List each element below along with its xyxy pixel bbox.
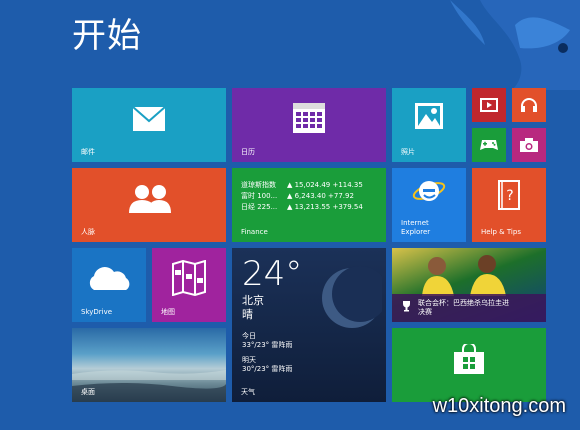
tile-mail[interactable]: 邮件 — [72, 88, 226, 162]
tile-maps[interactable]: 地图 — [152, 248, 226, 322]
tile-help-label: Help & Tips — [481, 228, 521, 236]
tile-help-tips[interactable]: ? Help & Tips — [472, 168, 546, 242]
tile-calendar[interactable]: 日历 — [232, 88, 386, 162]
tile-photos-label: 照片 — [401, 148, 415, 156]
tile-people-label: 人脉 — [81, 228, 95, 236]
weather-tomorrow-label: 明天 — [242, 356, 256, 364]
finance-row: 日经 225... ▲ 13,213.55 +379.54 — [241, 202, 363, 213]
watermark-text: w10xitong.com — [432, 395, 566, 417]
tile-news[interactable]: 联合会杯：巴西绝杀乌拉圭进 决赛 — [392, 248, 546, 322]
news-caption-line2: 决赛 — [418, 308, 432, 316]
finance-index-name: 日经 225... — [241, 203, 278, 211]
moon-image — [322, 266, 382, 328]
headphones-icon — [521, 98, 537, 112]
tile-photos[interactable]: 照片 — [392, 88, 466, 162]
news-photo — [422, 255, 506, 296]
weather-temperature: 24° — [242, 254, 303, 294]
video-icon — [480, 98, 498, 112]
tile-weather[interactable]: 24° 北京 晴 今日 33°/23° 雷阵雨 明天 30°/23° 雷阵雨 天… — [232, 248, 386, 402]
page-title: 开始 — [72, 16, 142, 56]
photos-icon — [415, 103, 443, 129]
map-icon — [172, 260, 206, 296]
weather-today-value: 33°/23° 雷阵雨 — [242, 341, 293, 349]
finance-index-name: 道琼斯指数 — [241, 181, 276, 189]
start-screen: { "header": { "title": "开始" }, "tiles": … — [0, 0, 580, 430]
finance-row: 富时 100... ▲ 6,243.40 +77.92 — [241, 191, 363, 202]
news-caption: 联合会杯：巴西绝杀乌拉圭进 决赛 — [392, 294, 546, 322]
news-caption-line1: 联合会杯：巴西绝杀乌拉圭进 — [418, 299, 509, 307]
cloud-icon — [89, 267, 130, 290]
betta-fish-decoration — [450, 0, 580, 90]
tile-finance[interactable]: 道琼斯指数 ▲ 15,024.49 +114.35 富时 100... ▲ 6,… — [232, 168, 386, 242]
tile-weather-label: 天气 — [241, 388, 255, 396]
tile-maps-label: 地图 — [161, 308, 175, 316]
finance-row: 道琼斯指数 ▲ 15,024.49 +114.35 — [241, 180, 363, 191]
calendar-icon — [293, 103, 325, 133]
finance-index-value: ▲ 15,024.49 +114.35 — [287, 181, 363, 189]
internet-explorer-icon — [412, 181, 446, 201]
tile-skydrive[interactable]: SkyDrive — [72, 248, 146, 322]
finance-index-value: ▲ 13,213.55 +379.54 — [287, 203, 363, 211]
store-bag-icon — [454, 344, 484, 374]
tile-camera[interactable] — [512, 128, 546, 162]
finance-index-value: ▲ 6,243.40 +77.92 — [287, 192, 354, 200]
tile-ie-label: Internet Explorer — [401, 219, 430, 237]
tile-skydrive-label: SkyDrive — [81, 308, 113, 316]
tile-video[interactable] — [472, 88, 506, 122]
tile-ie-label-line2: Explorer — [401, 228, 431, 236]
svg-text:?: ? — [506, 188, 513, 204]
tile-internet-explorer[interactable]: Internet Explorer — [392, 168, 466, 242]
gamepad-icon — [480, 140, 498, 150]
tile-ie-label-line1: Internet — [401, 219, 429, 227]
weather-tomorrow-value: 30°/23° 雷阵雨 — [242, 365, 293, 373]
help-book-icon: ? — [498, 180, 520, 210]
tile-desktop-label: 桌面 — [81, 388, 95, 396]
camera-icon — [520, 138, 538, 152]
tile-store[interactable] — [392, 328, 546, 402]
finance-index-name: 富时 100... — [241, 192, 278, 200]
desktop-background-image — [72, 370, 226, 402]
tile-desktop[interactable]: 桌面 — [72, 328, 226, 402]
tile-people[interactable]: 人脉 — [72, 168, 226, 242]
tile-music[interactable] — [512, 88, 546, 122]
mail-icon — [132, 106, 166, 131]
people-icon — [129, 185, 171, 213]
tile-mail-label: 邮件 — [81, 148, 95, 156]
tile-games[interactable] — [472, 128, 506, 162]
tile-calendar-label: 日历 — [241, 148, 255, 156]
tile-finance-label: Finance — [241, 228, 268, 236]
trophy-icon — [403, 301, 410, 312]
weather-today-label: 今日 — [242, 332, 256, 340]
weather-condition: 晴 — [242, 308, 253, 321]
